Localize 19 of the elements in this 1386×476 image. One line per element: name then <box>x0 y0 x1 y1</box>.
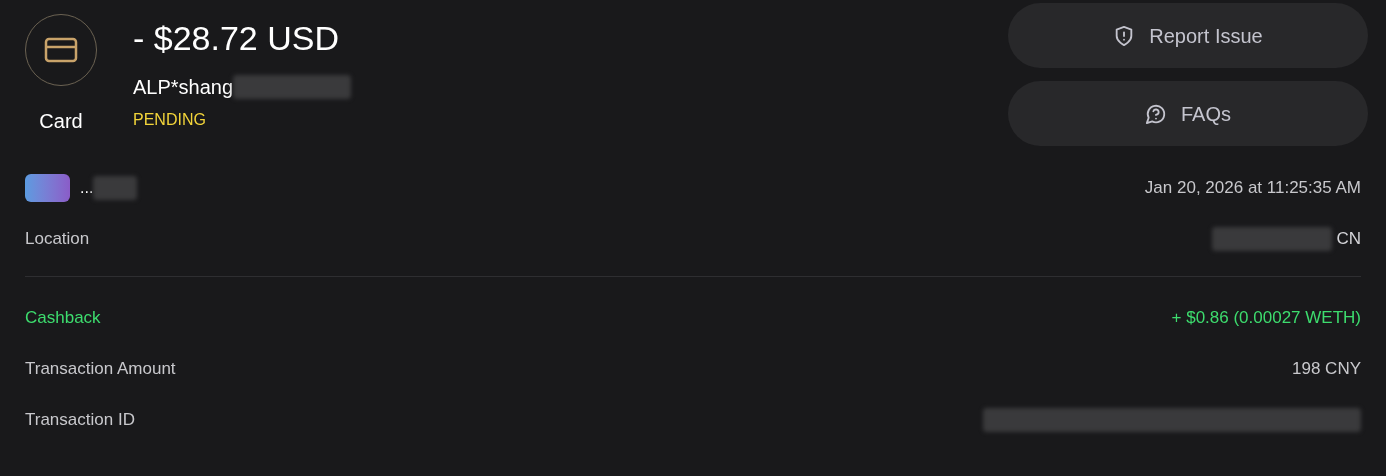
detail-label: Transaction Amount <box>25 357 176 380</box>
merchant-name: ALP*shang <box>133 75 234 100</box>
amount: - $28.72 USD <box>133 18 340 59</box>
detail-label: Location <box>25 228 90 250</box>
detail-label: Cashback <box>25 306 101 329</box>
detail-value: CN <box>1336 228 1361 250</box>
action-button[interactable]: Report Issue <box>1008 3 1368 68</box>
detail-value: + $0.86 (0.00027 WETH) <box>1171 306 1361 329</box>
card-number: ... <box>80 178 94 198</box>
detail-value: 198 CNY <box>1292 357 1361 380</box>
card-thumbnail <box>25 174 70 202</box>
detail-label: Transaction ID <box>25 408 135 431</box>
status-label: PENDING <box>133 110 207 130</box>
transaction-date: Jan 20, 2026 at 11:25:35 AM <box>1144 177 1361 200</box>
card-label: Card <box>39 109 83 134</box>
card-icon <box>44 37 78 63</box>
redaction <box>93 176 138 200</box>
help-chat-icon <box>1145 102 1167 125</box>
action-button[interactable]: FAQs <box>1008 81 1368 146</box>
